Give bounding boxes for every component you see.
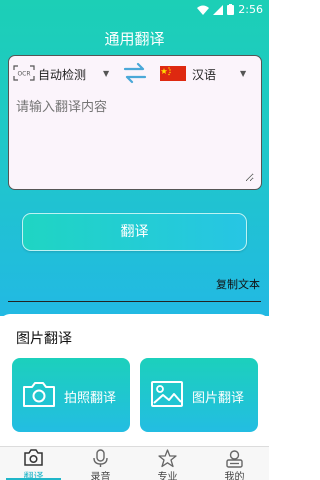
- picture-translate-label: 图片翻译: [192, 391, 245, 406]
- header-background: 2:56 通用翻译 OCR 自动检测 ▼ 汉语 ▼ 翻译 复制文本: [0, 0, 269, 316]
- china-flag-icon: [160, 66, 186, 81]
- section-title: 图片翻译: [16, 331, 72, 347]
- page-title: 通用翻译: [104, 30, 165, 48]
- target-language-select[interactable]: 汉语: [192, 66, 216, 83]
- photo-translate-button[interactable]: 拍照翻译: [12, 358, 130, 432]
- camera-icon: [24, 449, 43, 466]
- image-translate-section: 图片翻译 拍照翻译 图片翻译: [0, 314, 269, 450]
- nav-label-translate: 翻译: [23, 472, 44, 480]
- profile-icon: [226, 450, 243, 468]
- wifi-icon: [197, 5, 210, 15]
- nav-item-record[interactable]: 录音: [67, 447, 134, 480]
- chevron-down-icon[interactable]: ▼: [240, 69, 246, 78]
- status-bar: 2:56: [0, 0, 269, 20]
- picture-translate-button[interactable]: 图片翻译: [140, 358, 258, 432]
- nav-label-record: 录音: [90, 472, 111, 480]
- source-language-select[interactable]: 自动检测: [38, 66, 86, 83]
- swap-languages-icon[interactable]: [123, 62, 147, 84]
- translate-button[interactable]: 翻译: [22, 213, 247, 251]
- camera-icon: [23, 382, 55, 407]
- translation-input[interactable]: [16, 96, 254, 182]
- nav-item-professional[interactable]: 专业: [134, 447, 201, 480]
- signal-icon: [213, 4, 224, 15]
- copy-text-button[interactable]: 复制文本: [216, 276, 260, 292]
- photo-translate-label: 拍照翻译: [64, 391, 117, 406]
- ocr-icon[interactable]: OCR: [13, 65, 35, 81]
- microphone-icon: [93, 449, 108, 467]
- battery-icon: [227, 4, 235, 15]
- status-time: 2:56: [238, 3, 263, 16]
- translation-card: OCR 自动检测 ▼ 汉语 ▼: [8, 55, 262, 190]
- nav-label-professional: 专业: [157, 472, 178, 480]
- ocr-icon-text: OCR: [17, 71, 30, 78]
- bottom-nav: 翻译 录音 专业 我的: [0, 446, 269, 480]
- divider: [8, 301, 261, 302]
- image-icon: [151, 381, 183, 407]
- nav-item-translate[interactable]: 翻译: [0, 447, 67, 480]
- nav-label-profile: 我的: [224, 472, 245, 480]
- chevron-down-icon[interactable]: ▼: [103, 69, 109, 78]
- nav-item-profile[interactable]: 我的: [201, 447, 268, 480]
- star-icon: [158, 449, 177, 468]
